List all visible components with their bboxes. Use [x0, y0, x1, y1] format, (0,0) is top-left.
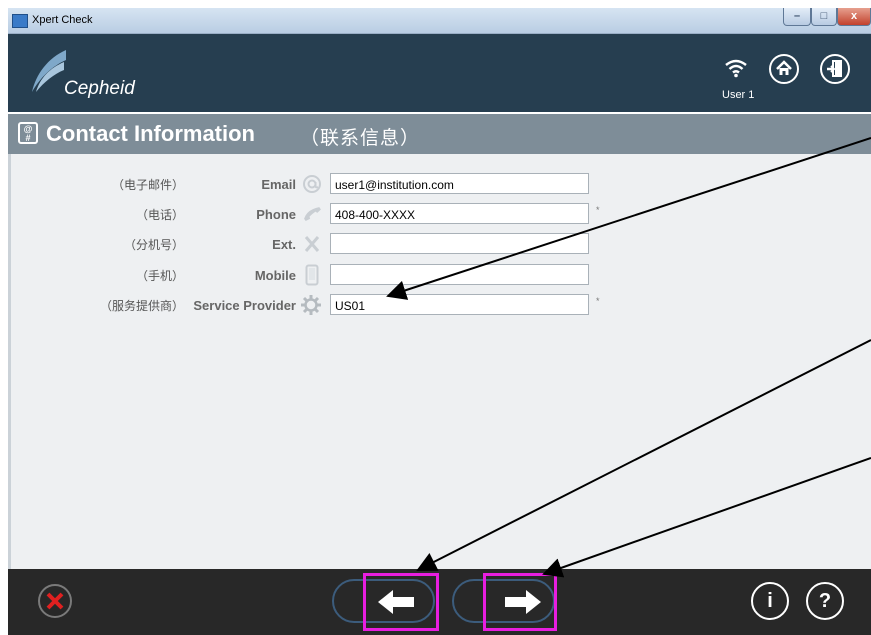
annotation-arrow-next [542, 457, 871, 578]
annotation-arrow-back [416, 339, 871, 571]
annotation-arrows [386, 137, 871, 578]
annotation-arrow-service-provider [386, 137, 871, 300]
